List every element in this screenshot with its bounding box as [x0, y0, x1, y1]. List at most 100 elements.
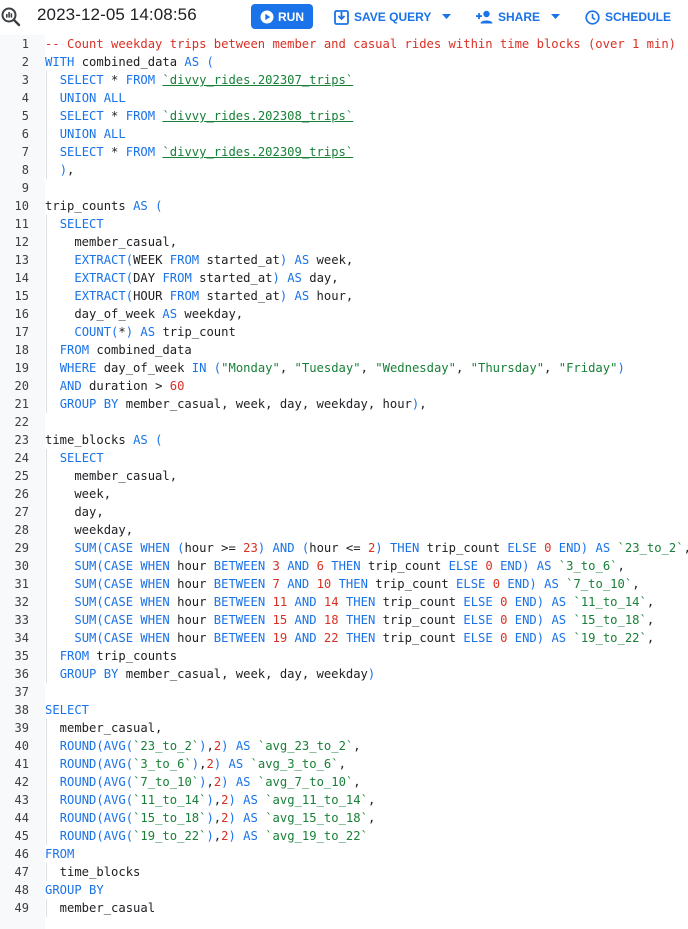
run-button[interactable]: RUN — [251, 4, 313, 29]
code-line[interactable]: 33 SUM(CASE WHEN hour BETWEEN 15 AND 18 … — [0, 611, 688, 629]
code-token: AS — [184, 55, 200, 69]
code-line[interactable]: 25 member_casual, — [0, 467, 688, 485]
code-line[interactable]: 41 ROUND(AVG(`3_to_6`),2) AS `avg_3_to_6… — [0, 755, 688, 773]
code-token: THEN — [389, 541, 420, 555]
code-line[interactable]: 19 WHERE day_of_week IN ("Monday", "Tues… — [0, 359, 688, 377]
code-line[interactable]: 14 EXTRACT(DAY FROM started_at) AS day, — [0, 269, 688, 287]
code-line[interactable]: 32 SUM(CASE WHEN hour BETWEEN 11 AND 14 … — [0, 593, 688, 611]
code-line[interactable]: 23 time_blocks AS ( — [0, 431, 688, 449]
code-line[interactable]: 44 ROUND(AVG(`15_to_18`),2) AS `avg_15_t… — [0, 809, 688, 827]
code-line[interactable]: 30 SUM(CASE WHEN hour BETWEEN 3 AND 6 TH… — [0, 557, 688, 575]
code-text: trip_counts AS ( — [45, 197, 162, 215]
code-line[interactable]: 48 GROUP BY — [0, 881, 688, 899]
code-line[interactable]: 29 SUM(CASE WHEN (hour >= 23) AND (hour … — [0, 539, 688, 557]
code-line[interactable]: 13 EXTRACT(WEEK FROM started_at) AS week… — [0, 251, 688, 269]
code-line[interactable]: 46 FROM — [0, 845, 688, 863]
line-number: 12 — [14, 235, 29, 249]
share-label: SHARE — [498, 10, 541, 24]
line-number: 8 — [21, 163, 29, 177]
code-line[interactable]: 2 WITH combined_data AS ( — [0, 53, 688, 71]
code-text: ROUND(AVG(`19_to_22`),2) AS `avg_19_to_2… — [45, 827, 368, 845]
code-line[interactable]: 40 ROUND(AVG(`23_to_2`),2) AS `avg_23_to… — [0, 737, 688, 755]
code-line[interactable]: 43 ROUND(AVG(`11_to_14`),2) AS `avg_11_t… — [0, 791, 688, 809]
code-line[interactable]: 34 SUM(CASE WHEN hour BETWEEN 19 AND 22 … — [0, 629, 688, 647]
code-line[interactable]: 1 -- Count weekday trips between member a… — [0, 35, 688, 53]
code-line[interactable]: 21 GROUP BY member_casual, week, day, we… — [0, 395, 688, 413]
code-line[interactable]: 12 member_casual, — [0, 233, 688, 251]
code-token: * — [103, 145, 126, 159]
code-token: ( — [96, 739, 104, 753]
code-token: `avg_3_to_6` — [250, 757, 339, 771]
code-line[interactable]: 10 trip_counts AS ( — [0, 197, 688, 215]
code-line[interactable]: 4 UNION ALL — [0, 89, 688, 107]
code-line[interactable]: 3 SELECT * FROM `divvy_rides.202307_trip… — [0, 71, 688, 89]
code-text: -- Count weekday trips between member an… — [45, 35, 676, 53]
code-token: AND — [287, 577, 310, 591]
code-token: , — [646, 613, 655, 627]
code-token: , — [206, 739, 214, 753]
code-line[interactable]: 42 ROUND(AVG(`7_to_10`),2) AS `avg_7_to_… — [0, 773, 688, 791]
code-text: AND duration > 60 — [45, 377, 185, 395]
schedule-button[interactable]: SCHEDULE — [585, 7, 671, 27]
code-line[interactable]: 49 member_casual — [0, 899, 688, 917]
code-line[interactable]: 18 FROM combined_data — [0, 341, 688, 359]
line-number: 20 — [14, 379, 29, 393]
code-token: "Tuesday" — [294, 361, 361, 375]
code-line[interactable]: 39 member_casual, — [0, 719, 688, 737]
share-button[interactable]: SHARE — [476, 7, 561, 27]
code-token: AS — [235, 775, 251, 789]
code-token: hour — [169, 631, 214, 645]
code-line[interactable]: 16 day_of_week AS weekday, — [0, 305, 688, 323]
save-icon — [334, 9, 349, 25]
code-line[interactable]: 37 — [0, 683, 688, 701]
code-token: hour — [169, 559, 214, 573]
code-line[interactable]: 28 weekday, — [0, 521, 688, 539]
code-line[interactable]: 47 time_blocks — [0, 863, 688, 881]
code-token: GROUP BY — [59, 397, 119, 411]
save-query-button[interactable]: SAVE QUERY — [334, 7, 452, 27]
code-line[interactable]: 27 day, — [0, 503, 688, 521]
code-line[interactable]: 17 COUNT(*) AS trip_count — [0, 323, 688, 341]
code-token: "Monday" — [221, 361, 280, 375]
code-line[interactable]: 24 SELECT — [0, 449, 688, 467]
code-line[interactable]: 35 FROM trip_counts — [0, 647, 688, 665]
code-token: END — [514, 595, 537, 609]
code-line[interactable]: 6 UNION ALL — [0, 125, 688, 143]
code-line[interactable]: 20 AND duration > 60 — [0, 377, 688, 395]
code-line[interactable]: 36 GROUP BY member_casual, week, day, we… — [0, 665, 688, 683]
code-token: ) — [206, 811, 214, 825]
code-token: , — [338, 757, 346, 771]
code-line[interactable]: 45 ROUND(AVG(`19_to_22`),2) AS `avg_19_t… — [0, 827, 688, 845]
code-token: member_casual, week, day, weekday, hour — [118, 397, 412, 411]
code-line[interactable]: 7 SELECT * FROM `divvy_rides.202309_trip… — [0, 143, 688, 161]
code-line[interactable]: 22 — [0, 413, 688, 431]
code-line[interactable]: 9 — [0, 179, 688, 197]
code-line[interactable]: 38 SELECT — [0, 701, 688, 719]
code-token: `23_to_2` — [617, 541, 684, 555]
code-token: week, — [45, 487, 112, 501]
code-line[interactable]: 26 week, — [0, 485, 688, 503]
code-token: hour — [169, 577, 214, 591]
sql-editor[interactable]: 1 -- Count weekday trips between member a… — [0, 35, 688, 917]
code-line[interactable]: 5 SELECT * FROM `divvy_rides.202308_trip… — [0, 107, 688, 125]
line-number: 11 — [14, 217, 29, 231]
code-token: ) — [221, 739, 229, 753]
code-token: * — [103, 73, 126, 87]
code-token: ROUND — [59, 739, 97, 753]
code-line[interactable]: 31 SUM(CASE WHEN hour BETWEEN 7 AND 10 T… — [0, 575, 688, 593]
code-line[interactable]: 15 EXTRACT(HOUR FROM started_at) AS hour… — [0, 287, 688, 305]
code-line[interactable]: 11 SELECT — [0, 215, 688, 233]
code-line[interactable]: 8 ), — [0, 161, 688, 179]
code-token: trip_count — [419, 541, 508, 555]
code-text: SUM(CASE WHEN hour BETWEEN 19 AND 22 THE… — [45, 629, 654, 647]
